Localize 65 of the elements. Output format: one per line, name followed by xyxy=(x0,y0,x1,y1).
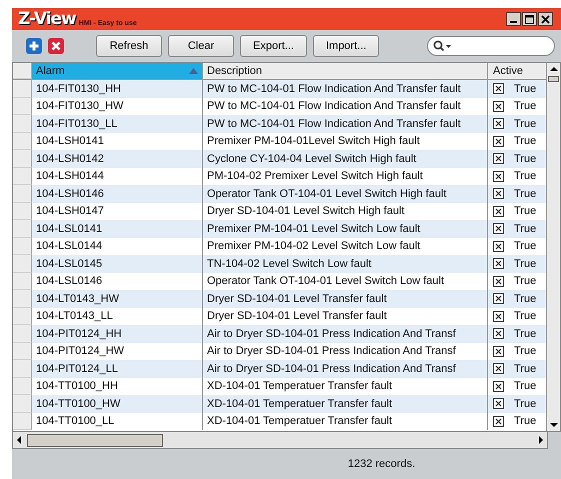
checkbox[interactable] xyxy=(493,416,504,427)
table-cell: True xyxy=(514,205,536,218)
checkbox[interactable] xyxy=(493,223,504,234)
close-icon xyxy=(541,14,550,24)
table-cell: True xyxy=(514,310,536,322)
column-header[interactable]: Alarm xyxy=(32,63,203,79)
checkbox[interactable] xyxy=(493,153,504,164)
table-cell: 104-TT0100_LL xyxy=(32,412,203,430)
checkbox[interactable] xyxy=(493,100,504,112)
checkbox[interactable] xyxy=(493,293,504,304)
table-cell: True xyxy=(514,258,536,270)
table-cell: True xyxy=(514,188,536,200)
toolbar-button[interactable]: Export... xyxy=(240,35,307,57)
checkbox[interactable] xyxy=(493,206,504,217)
record-count: 1232 records. xyxy=(348,458,416,470)
checkbox[interactable] xyxy=(493,310,504,322)
close-button[interactable] xyxy=(538,12,553,26)
checkbox[interactable] xyxy=(493,170,504,182)
checkbox[interactable] xyxy=(493,136,504,147)
column-header[interactable]: Active xyxy=(488,63,546,79)
table-cell: True xyxy=(514,398,536,410)
checkbox[interactable] xyxy=(493,276,504,287)
add-icon[interactable] xyxy=(26,38,42,54)
checkbox[interactable] xyxy=(493,346,504,357)
minimize-icon xyxy=(510,21,517,23)
delete-icon[interactable] xyxy=(48,38,64,54)
toolbar-button[interactable]: Refresh xyxy=(96,35,162,57)
checkbox[interactable] xyxy=(493,363,504,374)
table-cell: True xyxy=(514,328,536,340)
toolbar-button[interactable]: Clear xyxy=(168,35,234,57)
column-header[interactable]: Description xyxy=(203,63,488,79)
table-cell: True xyxy=(514,345,536,358)
table-cell: True xyxy=(514,362,536,375)
table-cell: True xyxy=(514,152,536,165)
table-cell: XD-104-01 Temperatuer Transfer fault xyxy=(203,412,488,430)
table-cell: True xyxy=(514,82,536,95)
table-cell: True xyxy=(514,118,536,130)
checkbox[interactable] xyxy=(493,240,504,252)
table-cell: True xyxy=(514,275,536,288)
search-field[interactable] xyxy=(427,36,555,56)
table-cell: True xyxy=(514,135,536,148)
checkbox[interactable] xyxy=(493,398,504,410)
toolbar-button[interactable]: Import... xyxy=(312,35,380,57)
checkbox[interactable] xyxy=(493,188,504,200)
scrollbar-thumb[interactable] xyxy=(548,76,559,82)
checkbox[interactable] xyxy=(493,258,504,270)
table-cell: True xyxy=(514,100,536,112)
app-logo: Z-View xyxy=(18,9,76,29)
search-icon xyxy=(433,40,453,52)
checkbox[interactable] xyxy=(493,380,504,392)
table-cell: True xyxy=(514,380,536,392)
minimize-button[interactable] xyxy=(506,12,521,26)
maximize-icon xyxy=(525,14,534,24)
table-cell: True xyxy=(514,292,536,305)
table-cell: True xyxy=(514,240,536,252)
checkbox[interactable] xyxy=(493,83,504,94)
checkbox[interactable] xyxy=(493,328,504,340)
table-cell: True xyxy=(514,222,536,235)
maximize-button[interactable] xyxy=(522,12,537,26)
checkbox[interactable] xyxy=(493,118,504,130)
vertical-scrollbar[interactable] xyxy=(546,63,560,431)
scrollbar-thumb[interactable] xyxy=(27,434,163,446)
table-cell: True xyxy=(514,170,536,182)
horizontal-scrollbar[interactable] xyxy=(12,432,548,449)
table-cell: True xyxy=(514,415,536,428)
